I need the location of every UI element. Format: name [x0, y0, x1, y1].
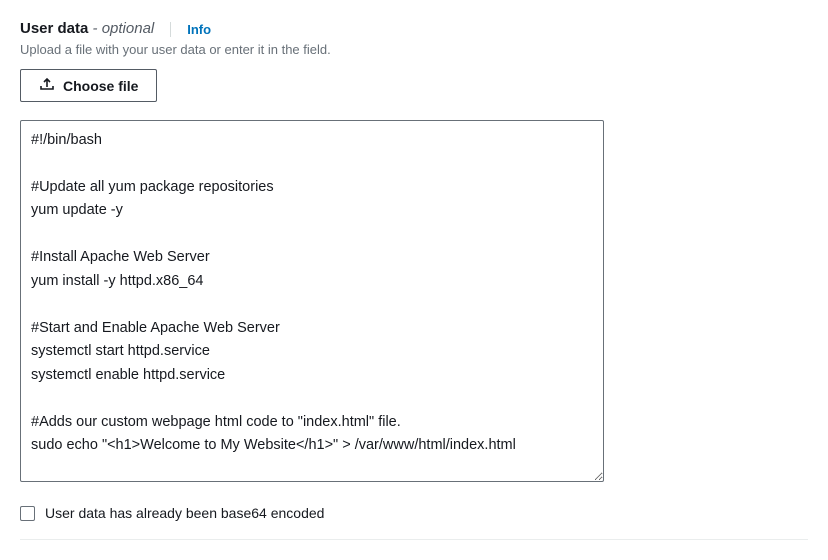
userdata-textarea-wrap	[20, 120, 604, 487]
base64-checkbox-label[interactable]: User data has already been base64 encode…	[45, 505, 324, 521]
upload-icon	[39, 76, 55, 95]
section-subtitle: Upload a file with your user data or ent…	[20, 42, 808, 57]
userdata-textarea[interactable]	[20, 120, 604, 482]
section-optional-label: - optional	[88, 20, 154, 37]
base64-checkbox-row: User data has already been base64 encode…	[20, 505, 808, 521]
choose-file-label: Choose file	[63, 78, 138, 94]
info-link[interactable]: Info	[170, 22, 211, 37]
choose-file-button[interactable]: Choose file	[20, 69, 157, 102]
section-header: User data - optional Info	[20, 20, 808, 38]
section-title: User data	[20, 20, 88, 37]
base64-checkbox[interactable]	[20, 506, 35, 521]
section-title-group: User data - optional	[20, 20, 154, 38]
section-divider	[20, 539, 808, 540]
